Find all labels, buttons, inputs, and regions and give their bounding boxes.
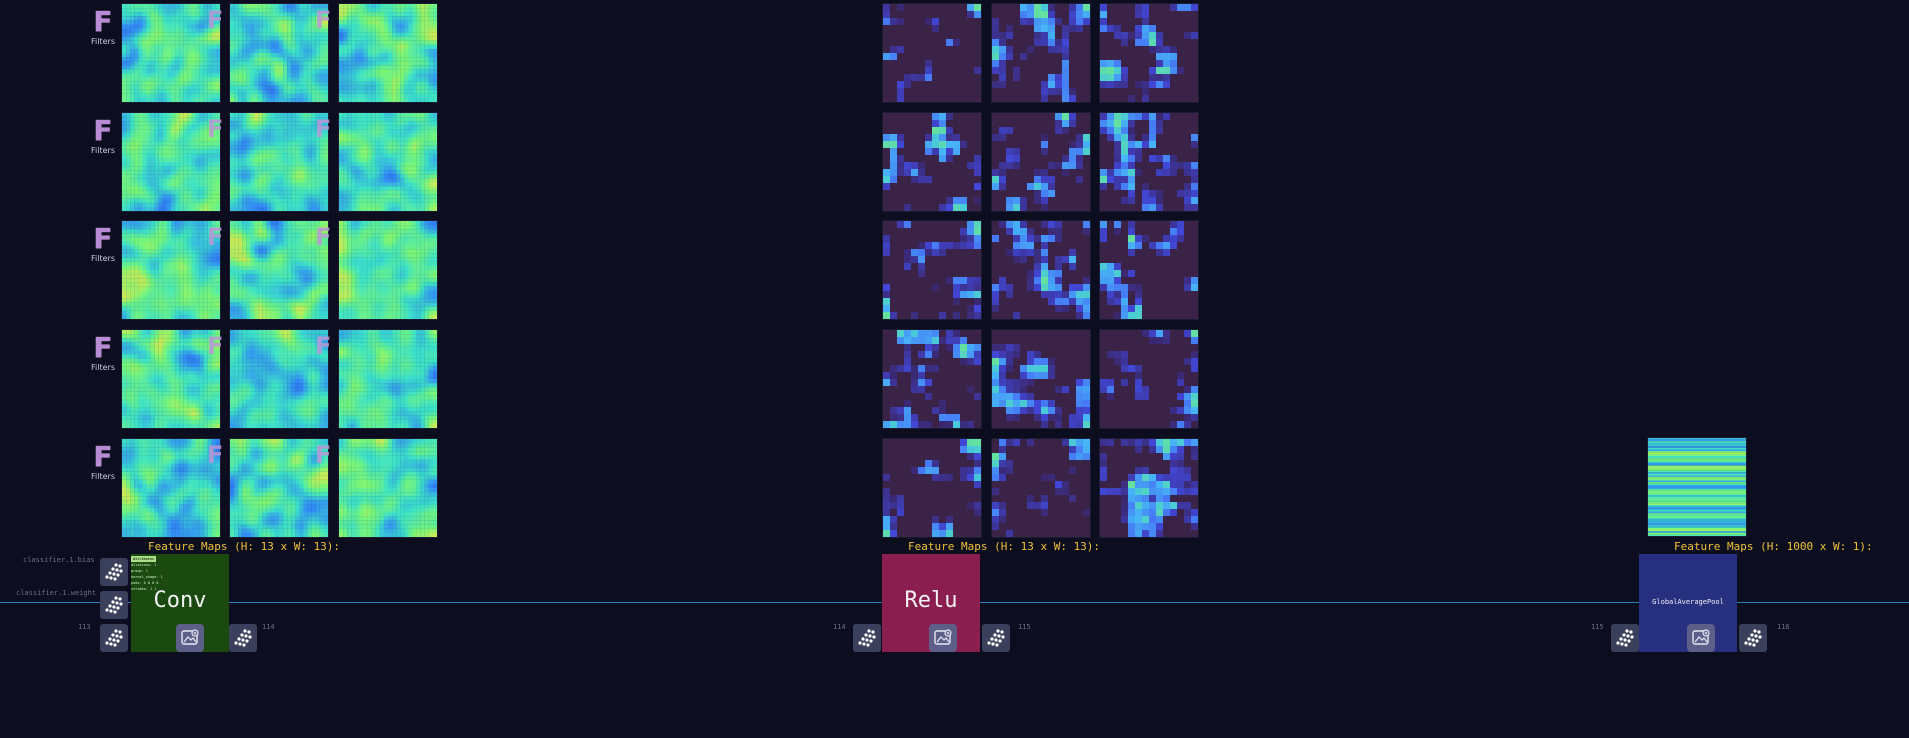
conv-feature-map[interactable] [338, 220, 438, 320]
relu-feature-map[interactable] [1099, 3, 1199, 103]
dot-grid-icon [105, 596, 123, 614]
overlay-filter-letter: F [315, 332, 332, 360]
filter-label: Filters [91, 254, 115, 263]
conv-feature-map[interactable] [338, 329, 438, 429]
relu-output-id: 115 [1018, 623, 1031, 631]
pool-input-port[interactable] [1611, 624, 1639, 652]
overlay-filter-letter: F [315, 115, 332, 143]
conv-feature-map[interactable] [229, 3, 329, 103]
overlay-filter-letter: F [315, 223, 332, 251]
relu-feature-map[interactable] [882, 220, 982, 320]
conv-feature-map[interactable] [121, 438, 221, 538]
dot-grid-icon [234, 629, 252, 647]
pool-node-label: GlobalAveragePool [1652, 598, 1724, 606]
filter-letter: F [93, 222, 113, 255]
dot-grid-icon [105, 563, 123, 581]
relu-feature-map[interactable] [991, 112, 1091, 212]
overlay-filter-letter: F [207, 6, 224, 34]
relu-feature-map[interactable] [882, 3, 982, 103]
filter-badge[interactable]: F Filters [83, 333, 123, 377]
relu-feature-map[interactable] [882, 112, 982, 212]
filter-letter: F [93, 5, 113, 38]
bias-initializer-label: classifier.1.bias [23, 556, 95, 564]
filter-letter: F [93, 440, 113, 473]
relu-node-label: Relu [904, 588, 958, 613]
overlay-filter-letter: F [207, 223, 224, 251]
relu-input-port[interactable] [853, 624, 881, 652]
dot-grid-icon [987, 629, 1005, 647]
relu-feature-map-caption: Feature Maps (H: 13 x W: 13): [908, 540, 1101, 553]
conv-feature-map[interactable] [229, 112, 329, 212]
conv-feature-map-caption: Feature Maps (H: 13 x W: 13): [148, 540, 341, 553]
filter-label: Filters [91, 472, 115, 481]
conv-feature-map[interactable] [121, 112, 221, 212]
conv-feature-map[interactable] [229, 329, 329, 429]
filter-label: Filters [91, 146, 115, 155]
conv-feature-map[interactable] [229, 438, 329, 538]
pool-output-port[interactable] [1739, 624, 1767, 652]
conv-feature-map[interactable] [338, 438, 438, 538]
conv-feature-map[interactable] [121, 220, 221, 320]
filter-badge[interactable]: F Filters [83, 7, 123, 51]
relu-feature-map[interactable] [991, 329, 1091, 429]
relu-feature-map[interactable] [991, 438, 1091, 538]
image-preview-icon [934, 629, 952, 645]
dot-grid-icon [858, 629, 876, 647]
attr-line: strides: 1 1 [131, 587, 157, 591]
relu-feature-map[interactable] [991, 3, 1091, 103]
conv-feature-map[interactable] [338, 112, 438, 212]
overlay-filter-letter: F [315, 6, 332, 34]
conv-feature-map[interactable] [229, 220, 329, 320]
pool-feature-map-image[interactable] [1647, 437, 1747, 537]
image-preview-icon [181, 629, 199, 645]
dot-grid-icon [1616, 629, 1634, 647]
image-preview-icon [1692, 629, 1710, 645]
conv-feature-map[interactable] [121, 329, 221, 429]
conv-feature-map[interactable] [338, 3, 438, 103]
pool-output-id: 116 [1777, 623, 1790, 631]
relu-feature-map[interactable] [1099, 438, 1199, 538]
pool-feature-map-caption: Feature Maps (H: 1000 x W: 1): [1674, 540, 1873, 553]
filter-letter: F [93, 114, 113, 147]
relu-feature-map[interactable] [991, 220, 1091, 320]
conv-output-port[interactable] [229, 624, 257, 652]
relu-output-port[interactable] [982, 624, 1010, 652]
relu-feature-map[interactable] [882, 329, 982, 429]
conv-feature-map[interactable] [121, 3, 221, 103]
filter-badge[interactable]: F Filters [83, 442, 123, 486]
weight-port[interactable] [100, 591, 128, 619]
dot-grid-icon [105, 629, 123, 647]
filter-letter: F [93, 331, 113, 364]
conv-input-port[interactable] [100, 624, 128, 652]
overlay-filter-letter: F [207, 332, 224, 360]
conv-input-id: 113 [78, 623, 91, 631]
overlay-filter-letter: F [207, 441, 224, 469]
relu-feature-map[interactable] [882, 438, 982, 538]
pool-input-id: 115 [1591, 623, 1604, 631]
weight-initializer-label: classifier.1.weight [16, 589, 97, 597]
filter-label: Filters [91, 37, 115, 46]
filter-badge[interactable]: F Filters [83, 116, 123, 160]
overlay-filter-letter: F [315, 441, 332, 469]
relu-feature-map[interactable] [1099, 112, 1199, 212]
conv-output-id: 114 [262, 623, 275, 631]
filter-badge[interactable]: F Filters [83, 224, 123, 268]
bias-port[interactable] [100, 558, 128, 586]
relu-preview-button[interactable] [929, 624, 957, 652]
overlay-filter-letter: F [207, 115, 224, 143]
dot-grid-icon [1744, 629, 1762, 647]
pool-preview-button[interactable] [1687, 624, 1715, 652]
relu-input-id: 114 [833, 623, 846, 631]
conv-preview-button[interactable] [176, 624, 204, 652]
relu-feature-map[interactable] [1099, 220, 1199, 320]
filter-label: Filters [91, 363, 115, 372]
conv-attributes-panel: Attributes dilations: 1 group: 1 kernel_… [131, 556, 181, 594]
relu-feature-map[interactable] [1099, 329, 1199, 429]
